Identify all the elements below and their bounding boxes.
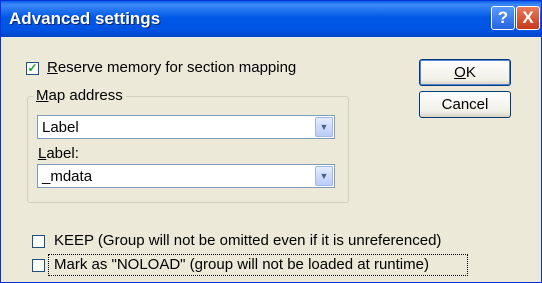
map-address-label-text: ap address [48, 87, 123, 104]
reserve-memory-label-mnemonic: R [47, 59, 58, 76]
ok-button-mnemonic: O [454, 64, 466, 81]
label-combo[interactable]: _mdata ▼ [37, 164, 335, 188]
label-dropdown-button[interactable]: ▼ [315, 166, 333, 186]
cancel-button[interactable]: Cancel [419, 91, 511, 118]
label-field-label: Label: [38, 145, 79, 162]
chevron-down-icon: ▼ [319, 122, 329, 132]
map-address-dropdown-button[interactable]: ▼ [315, 117, 333, 137]
ok-button-label: K [465, 64, 476, 81]
reserve-memory-label[interactable]: Reserve memory for section mapping [47, 59, 296, 76]
advanced-settings-dialog: Advanced settings ? X ✓ Reserve memory f… [0, 0, 542, 283]
title-bar: Advanced settings ? X [1, 1, 541, 37]
map-address-mnemonic: M [36, 87, 49, 104]
keep-label[interactable]: KEEP (Group will not be omitted even if … [54, 232, 441, 249]
close-icon: X [522, 8, 534, 27]
map-address-select-value: Label [42, 119, 79, 136]
label-combo-value[interactable]: _mdata [42, 168, 92, 185]
close-button[interactable]: X [516, 6, 540, 30]
map-address-group-label: Map address [33, 87, 126, 104]
label-field-label-text: abel: [46, 145, 79, 162]
chevron-down-icon: ▼ [319, 171, 329, 181]
reserve-memory-label-text: eserve memory for section mapping [57, 59, 297, 76]
noload-checkbox[interactable] [32, 259, 45, 272]
checkmark-icon: ✓ [27, 61, 38, 75]
map-address-select[interactable]: Label ▼ [37, 115, 335, 139]
reserve-memory-checkbox[interactable]: ✓ [26, 62, 39, 75]
keep-checkbox[interactable] [32, 235, 45, 248]
ok-button[interactable]: OK [419, 59, 511, 86]
help-icon: ? [497, 8, 509, 27]
dialog-title: Advanced settings [9, 9, 161, 28]
help-button[interactable]: ? [491, 6, 515, 30]
noload-label[interactable]: Mark as "NOLOAD" (group will not be load… [54, 256, 429, 273]
cancel-button-label: Cancel [441, 96, 489, 113]
